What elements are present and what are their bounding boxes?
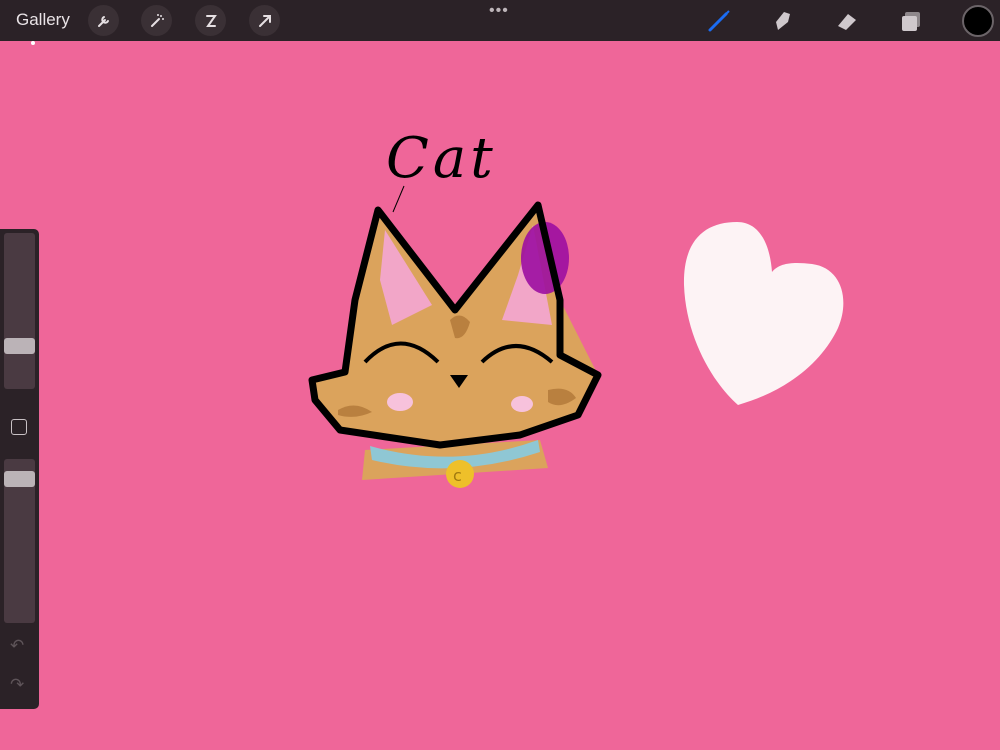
undo-icon[interactable]: ↶ [10, 636, 24, 656]
svg-text:c: c [453, 466, 462, 485]
magic-wand-icon[interactable] [141, 5, 172, 36]
eraser-icon[interactable] [832, 6, 862, 36]
current-color-swatch[interactable] [962, 5, 994, 37]
brush-size-slider[interactable] [4, 233, 35, 389]
opacity-slider-thumb[interactable] [4, 470, 35, 487]
wrench-icon[interactable] [88, 5, 119, 36]
top-toolbar: Gallery ••• [0, 0, 1000, 41]
brush-icon[interactable] [704, 6, 734, 36]
redo-icon[interactable]: ↷ [10, 675, 24, 695]
eyedropper-square-button[interactable] [11, 419, 27, 435]
cat-text-label: Cat [386, 126, 497, 191]
selection-icon[interactable] [195, 5, 226, 36]
drawing-canvas[interactable]: c Cat [0, 0, 1000, 750]
smudge-icon[interactable] [768, 6, 798, 36]
gallery-button[interactable]: Gallery [16, 10, 70, 30]
brush-size-slider-thumb[interactable] [4, 338, 35, 354]
more-options-icon[interactable]: ••• [489, 2, 509, 20]
heart-drawing [683, 222, 844, 405]
sidebar: ↶ ↷ [0, 229, 39, 709]
artwork: c [31, 41, 844, 488]
layers-icon[interactable] [897, 6, 927, 36]
transform-arrow-icon[interactable] [249, 5, 280, 36]
